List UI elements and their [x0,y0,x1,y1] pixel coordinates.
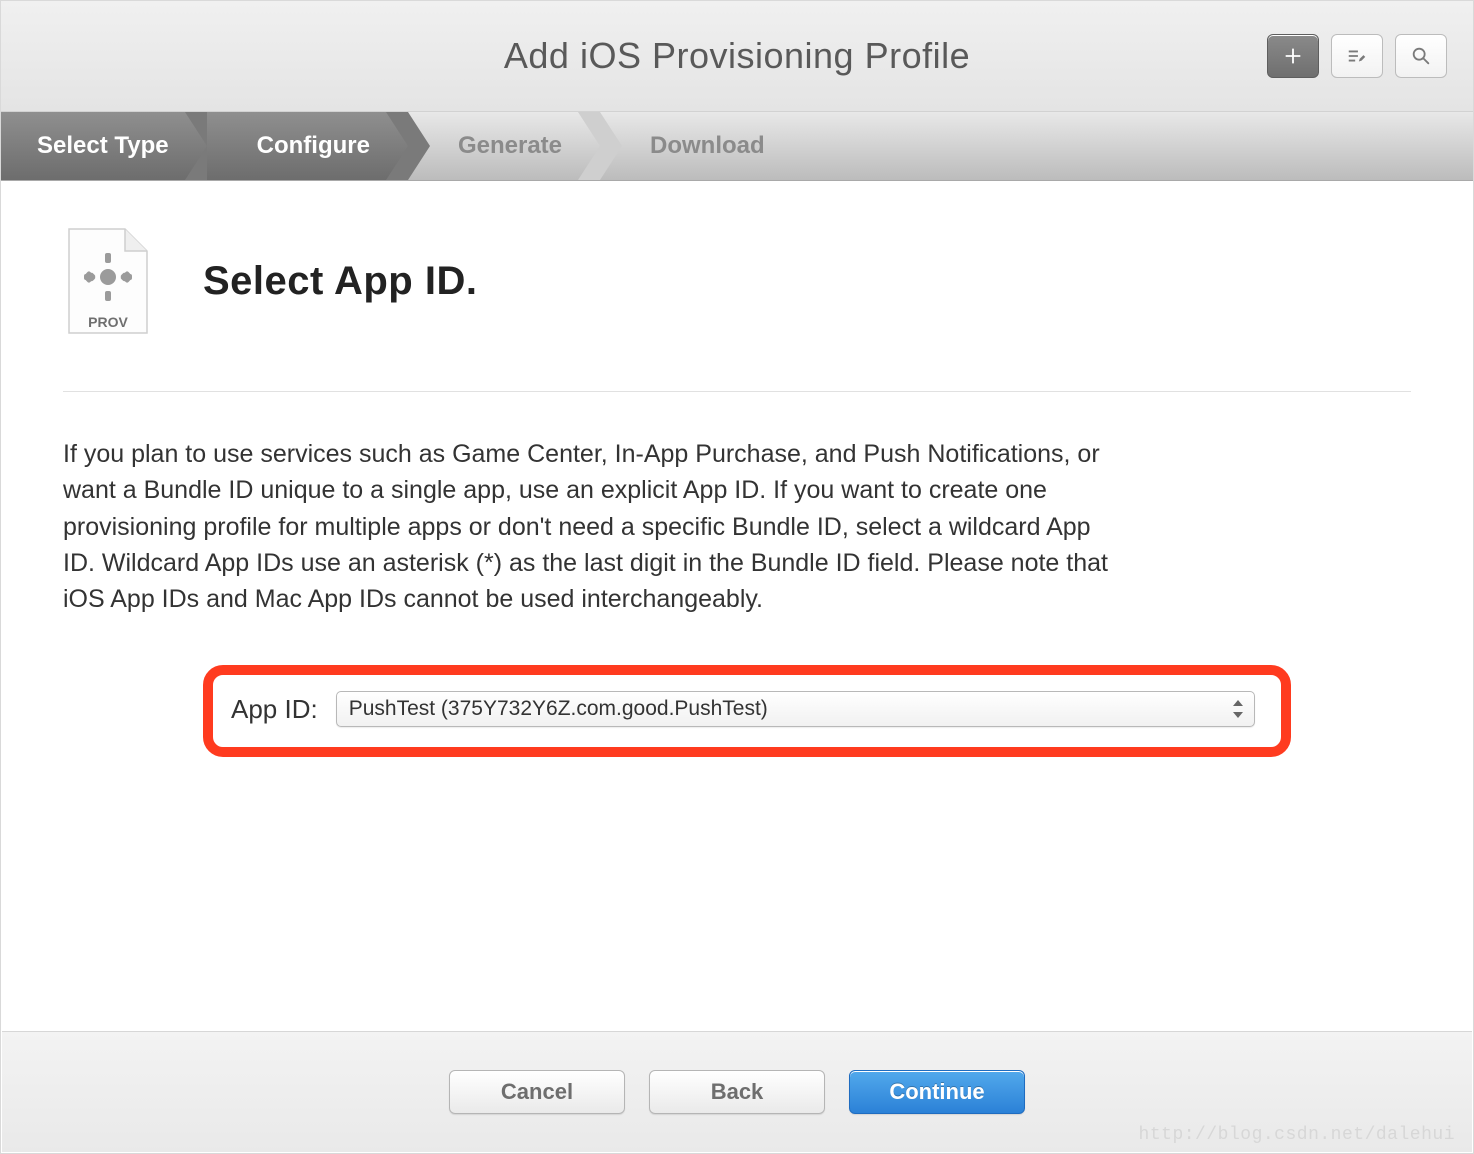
step-download[interactable]: Download [600,112,803,180]
section-heading: Select App ID. [203,259,477,304]
step-label: Configure [257,132,370,160]
header-actions [1267,34,1447,78]
plus-icon [1282,45,1304,67]
app-id-label: App ID: [231,694,318,725]
step-generate[interactable]: Generate [408,112,600,180]
add-button[interactable] [1267,34,1319,78]
divider [63,391,1411,392]
file-label: PROV [88,314,128,330]
edit-button[interactable] [1331,34,1383,78]
back-button[interactable]: Back [649,1070,825,1114]
description-text: If you plan to use services such as Game… [63,436,1123,617]
step-select-type[interactable]: Select Type [1,112,207,180]
app-id-dropdown[interactable]: PushTest (375Y732Y6Z.com.good.PushTest) [336,691,1255,727]
provisioning-file-icon: PROV [63,227,153,335]
continue-button[interactable]: Continue [849,1070,1025,1114]
step-label: Download [650,132,765,160]
page-title: Add iOS Provisioning Profile [504,35,970,77]
edit-list-icon [1346,45,1368,67]
step-label: Select Type [37,132,169,160]
step-configure[interactable]: Configure [207,112,408,180]
main-content: PROV Select App ID. If you plan to use s… [1,181,1473,797]
step-label: Generate [458,132,562,160]
app-id-block: App ID: PushTest (375Y732Y6Z.com.good.Pu… [63,665,1411,757]
cancel-button[interactable]: Cancel [449,1070,625,1114]
step-bar: Select Type Configure Generate Download [1,112,1473,181]
app-id-selected-value: PushTest (375Y732Y6Z.com.good.PushTest) [349,697,768,721]
app-id-highlight: App ID: PushTest (375Y732Y6Z.com.good.Pu… [203,665,1291,757]
watermark-text: http://blog.csdn.net/dalehui [1139,1125,1455,1145]
search-icon [1410,45,1432,67]
page-header: Add iOS Provisioning Profile [1,1,1473,112]
title-row: PROV Select App ID. [63,227,1411,335]
search-button[interactable] [1395,34,1447,78]
updown-arrows-icon [1232,700,1244,718]
